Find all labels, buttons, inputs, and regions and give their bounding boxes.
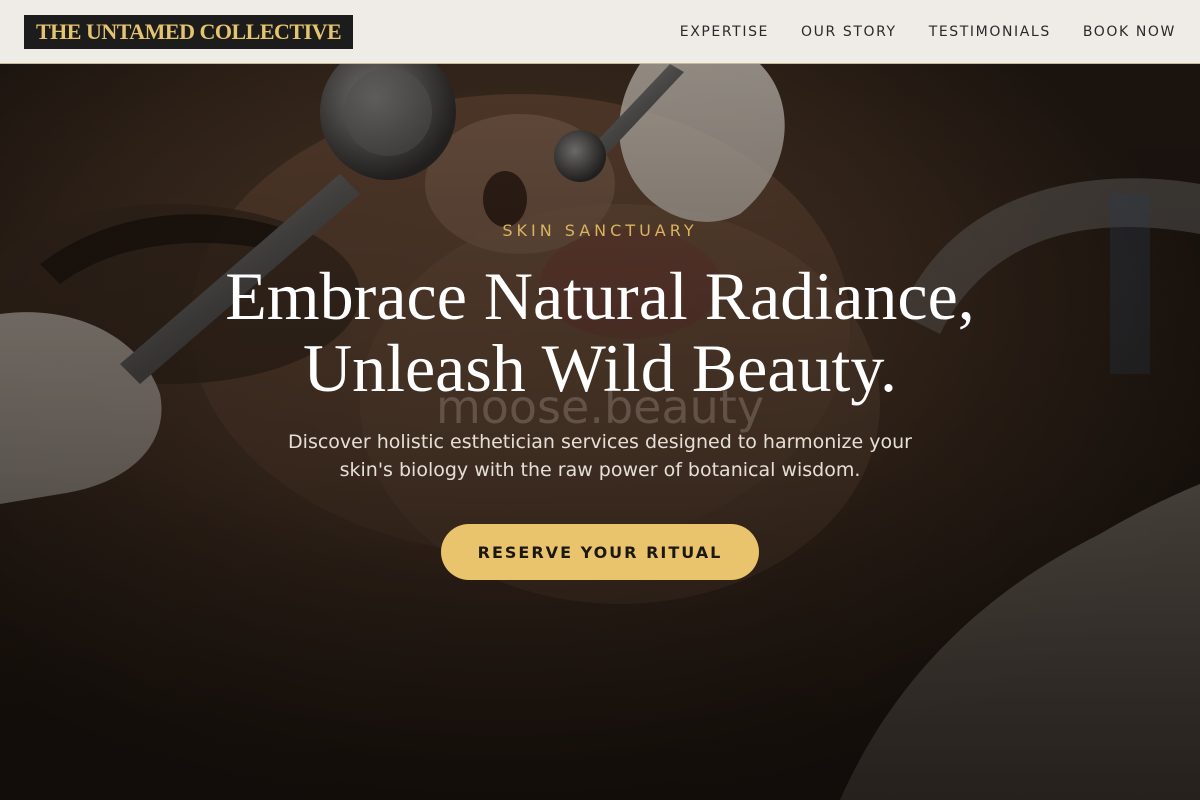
hero-section: moose.beauty SKIN SANCTUARY Embrace Natu… — [0, 64, 1200, 800]
site-header: THE UNTAMED COLLECTIVE EXPERTISE OUR STO… — [0, 0, 1200, 64]
brand-logo[interactable]: THE UNTAMED COLLECTIVE — [24, 15, 354, 49]
main-nav: EXPERTISE OUR STORY TESTIMONIALS BOOK NO… — [680, 0, 1176, 64]
reserve-ritual-button[interactable]: RESERVE YOUR RITUAL — [441, 524, 759, 580]
nav-link-expertise[interactable]: EXPERTISE — [680, 24, 769, 40]
hero-content: SKIN SANCTUARY Embrace Natural Radiance,… — [0, 64, 1200, 800]
nav-link-our-story[interactable]: OUR STORY — [801, 24, 897, 40]
hero-headline-line-2: Unleash Wild Beauty. — [302, 330, 898, 406]
nav-link-testimonials[interactable]: TESTIMONIALS — [929, 24, 1051, 40]
hero-description-line-1: Discover holistic esthetician services d… — [288, 431, 912, 453]
page: THE UNTAMED COLLECTIVE EXPERTISE OUR STO… — [0, 0, 1200, 800]
hero-headline-line-1: Embrace Natural Radiance, — [225, 258, 975, 334]
hero-headline: Embrace Natural Radiance, Unleash Wild B… — [100, 260, 1100, 404]
hero-eyebrow: SKIN SANCTUARY — [502, 221, 698, 240]
hero-description: Discover holistic esthetician services d… — [250, 428, 950, 484]
hero-description-line-2: skin's biology with the raw power of bot… — [339, 459, 861, 481]
nav-link-book-now[interactable]: BOOK NOW — [1083, 24, 1176, 40]
